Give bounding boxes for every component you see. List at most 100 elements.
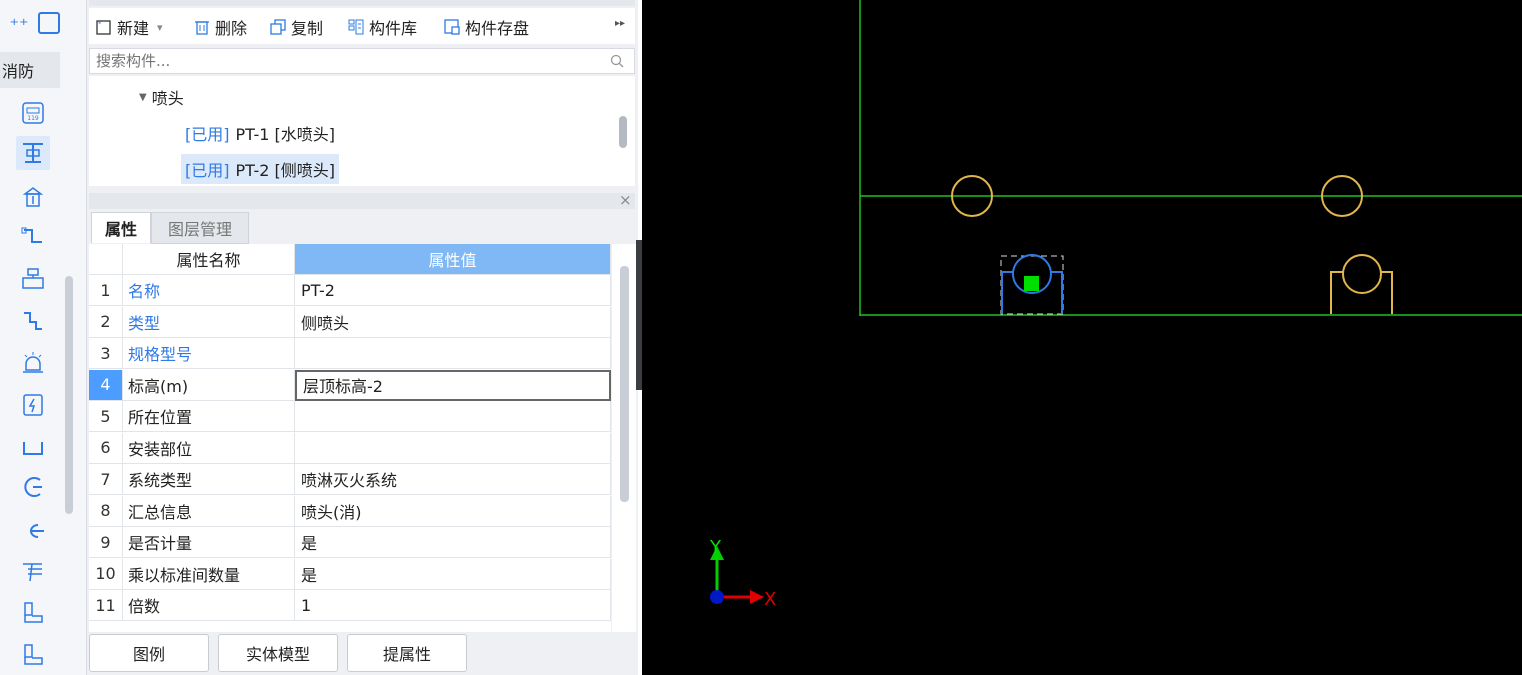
table-scrollbar[interactable] (620, 266, 629, 502)
expand-icon[interactable]: ▼ (139, 92, 147, 103)
tree-item-label: PT-1 [水喷头] (235, 125, 335, 144)
row-number[interactable]: 4 (89, 369, 123, 401)
row-number[interactable]: 1 (89, 275, 123, 306)
property-name: 类型 (123, 306, 295, 338)
solid-model-button[interactable]: 实体模型 (218, 634, 338, 672)
side-sprinkler-2 (1330, 254, 1393, 314)
delete-button[interactable]: 删除 (193, 16, 247, 38)
pipe-fitting-icon[interactable] (16, 304, 50, 338)
tree-item-selected[interactable]: [已用] PT-2 [侧喷头] (181, 154, 339, 184)
save-label: 构件存盘 (465, 19, 530, 38)
property-value[interactable]: 1 (295, 590, 611, 621)
property-value[interactable]: 层顶标高-2 (295, 369, 611, 401)
side-sprinkler-symbol-2 (1342, 254, 1382, 294)
copy-label: 复制 (291, 19, 324, 38)
add-icon[interactable]: ⁺⁺ (6, 12, 32, 38)
drawing-canvas[interactable]: Y X (642, 0, 1522, 675)
new-button[interactable]: * 新建 ▾ (95, 16, 163, 38)
side-sprinkler-selected (1000, 254, 1064, 315)
property-value[interactable] (295, 401, 611, 432)
new-icon: * (96, 20, 111, 35)
edit-icon[interactable] (38, 12, 60, 34)
library-label: 构件库 (369, 19, 418, 38)
component-type-strip: ⁺⁺ 消防 119 (0, 0, 87, 675)
nozzle-icon[interactable] (16, 514, 50, 548)
property-value[interactable]: 喷头(消) (295, 495, 611, 527)
library-icon (348, 19, 364, 35)
close-icon[interactable]: × (619, 191, 632, 209)
row-number[interactable]: 5 (89, 401, 123, 432)
property-value[interactable]: PT-2 (295, 275, 611, 306)
equipment-icon-2[interactable] (16, 638, 50, 672)
search-input[interactable] (90, 49, 602, 73)
manifold-icon[interactable] (16, 554, 50, 588)
component-tree: ▼ 喷头 [已用] PT-1 [水喷头] [已用] PT-2 [侧喷头] (89, 76, 635, 186)
panel-top-edge (89, 0, 635, 6)
property-value[interactable]: 是 (295, 527, 611, 558)
insert-point-marker (1024, 276, 1039, 291)
elbow-icon[interactable] (16, 470, 50, 504)
svg-text:*: * (98, 20, 102, 28)
property-name: 规格型号 (123, 338, 295, 369)
svg-text:119: 119 (27, 115, 39, 122)
property-table: 属性名称 属性值 1 名称 PT-2 2 类型 侧喷头 3 规格型号 4 标高(m) 层顶标高-2 5… (89, 244, 611, 632)
property-value[interactable]: 喷淋灭火系统 (295, 464, 611, 495)
tree-item[interactable]: [已用] PT-1 [水喷头] (181, 118, 339, 148)
property-name: 所在位置 (123, 401, 295, 432)
property-value[interactable]: 侧喷头 (295, 306, 611, 338)
row-number[interactable]: 9 (89, 527, 123, 558)
property-name: 系统类型 (123, 464, 295, 495)
bottom-button-bar: 图例 实体模型 提属性 (89, 632, 638, 675)
category-fire-protection[interactable]: 消防 (0, 52, 60, 88)
hydrant-icon[interactable] (16, 180, 50, 214)
property-name: 汇总信息 (123, 495, 295, 527)
property-value[interactable]: 是 (295, 558, 611, 590)
fire-alarm-icon[interactable]: 119 (16, 96, 50, 130)
valve-group-icon[interactable] (16, 262, 50, 296)
row-number[interactable]: 10 (89, 558, 123, 590)
axis-indicator: Y X (709, 537, 776, 610)
sprinkler-icon[interactable] (16, 136, 50, 170)
row-number[interactable]: 11 (89, 590, 123, 621)
chevron-down-icon[interactable]: ▾ (157, 21, 163, 34)
legend-button[interactable]: 图例 (89, 634, 209, 672)
save-icon (444, 19, 460, 35)
row-number[interactable]: 3 (89, 338, 123, 369)
pipe-icon[interactable] (16, 220, 50, 254)
drawing-viewport[interactable]: Y X (642, 0, 1522, 675)
property-name: 乘以标准间数量 (123, 558, 295, 590)
row-number[interactable]: 8 (89, 495, 123, 527)
component-save-button[interactable]: 构件存盘 (443, 16, 529, 38)
property-name: 倍数 (123, 590, 295, 621)
tab-layer-management[interactable]: 图层管理 (151, 212, 249, 244)
component-library-button[interactable]: 构件库 (347, 16, 417, 38)
trash-icon (195, 21, 209, 35)
property-name: 安装部位 (123, 432, 295, 464)
tab-properties[interactable]: 属性 (91, 212, 151, 243)
electrical-box-icon[interactable] (16, 388, 50, 422)
alarm-bell-icon[interactable] (16, 346, 50, 380)
used-tag: [已用] (185, 161, 230, 180)
row-number[interactable]: 7 (89, 464, 123, 495)
row-number[interactable]: 6 (89, 432, 123, 464)
grid-lines (859, 0, 1522, 316)
delete-label: 删除 (215, 19, 248, 38)
property-value[interactable] (295, 338, 611, 369)
strip-scrollbar[interactable] (65, 276, 73, 514)
search-icon[interactable] (610, 54, 624, 68)
row-number[interactable]: 2 (89, 306, 123, 338)
property-tabs: 属性 图层管理 (89, 210, 635, 244)
copy-button[interactable]: 复制 (269, 16, 323, 38)
tree-group-sprinkler[interactable]: ▼ 喷头 (139, 82, 184, 112)
property-value[interactable] (295, 432, 611, 464)
tray-icon[interactable] (16, 430, 50, 464)
toolbar-more-icon[interactable]: ▸▸ (615, 18, 625, 29)
tree-scrollbar[interactable] (619, 116, 627, 148)
equipment-icon[interactable] (16, 596, 50, 630)
used-tag: [已用] (185, 125, 230, 144)
extract-properties-button[interactable]: 提属性 (347, 634, 467, 672)
component-toolbar: * 新建 ▾ 删除 复制 构件库 构件存盘 ▸▸ (89, 8, 635, 44)
new-label: 新建 (117, 19, 150, 38)
property-name: 是否计量 (123, 527, 295, 558)
property-panel-header: × (89, 191, 635, 209)
